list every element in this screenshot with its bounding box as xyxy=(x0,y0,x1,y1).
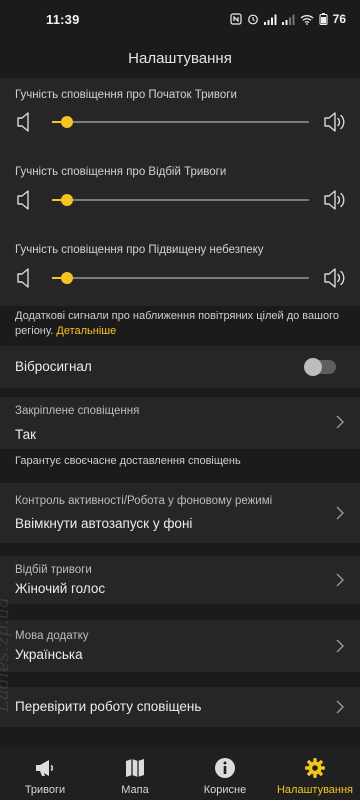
volume-max-icon[interactable] xyxy=(322,187,348,213)
nav-item-alerts[interactable]: Тривоги xyxy=(0,748,90,800)
page-title: Налаштування xyxy=(128,49,232,67)
nav-label-alerts: Тривоги xyxy=(24,784,66,796)
signal-2-icon xyxy=(281,14,295,25)
language-row[interactable]: Мова додатку Українська xyxy=(0,620,360,672)
bottom-nav: Тривоги Мапа Корисне Налаштування xyxy=(0,748,360,800)
gear-icon xyxy=(305,758,325,778)
status-time: 11:39 xyxy=(46,11,80,27)
all-clear-voice-row[interactable]: Відбій тривоги Жіночий голос xyxy=(0,556,360,604)
extra-signals-note: Додаткові сигнали про наближення повітря… xyxy=(15,309,345,339)
chevron-right-icon xyxy=(336,573,344,587)
slider-title-alert-start: Гучність сповіщення про Початок Тривоги xyxy=(15,89,237,101)
volume-slider-alert-start[interactable] xyxy=(0,105,360,139)
toggle-knob xyxy=(304,358,322,376)
volume-settings-card: Гучність сповіщення про Початок Тривоги … xyxy=(0,78,360,306)
watermark: Ladies.zp.ua xyxy=(0,597,13,712)
megaphone-icon xyxy=(36,760,54,776)
language-value: Українська xyxy=(15,647,83,662)
slider-title-high-danger: Гучність сповіщення про Підвищену небезп… xyxy=(15,244,264,256)
signal-icon xyxy=(263,14,277,25)
info-icon xyxy=(215,758,235,778)
nav-label-useful: Корисне xyxy=(203,784,247,796)
nav-item-useful[interactable]: Корисне xyxy=(180,748,270,800)
nfc-icon xyxy=(230,13,242,25)
wifi-icon xyxy=(300,14,314,25)
pinned-notification-hint: Гарантує своєчасне доставлення сповіщень xyxy=(15,455,241,467)
chevron-right-icon xyxy=(336,700,344,714)
chevron-right-icon xyxy=(336,639,344,653)
volume-slider-high-danger[interactable] xyxy=(0,261,360,295)
all-clear-value: Жіночий голос xyxy=(15,581,106,596)
map-icon xyxy=(126,759,144,777)
slider-title-alert-end: Гучність сповіщення про Відбій Тривоги xyxy=(15,166,227,178)
slider-track[interactable] xyxy=(52,116,309,128)
slider-thumb[interactable] xyxy=(61,116,74,128)
background-activity-label: Контроль активності/Робота у фоновому ре… xyxy=(15,495,273,507)
alarm-icon xyxy=(247,14,258,25)
battery-icon xyxy=(319,13,328,25)
check-notifications-label: Перевірити роботу сповіщень xyxy=(15,699,202,714)
pinned-notification-row[interactable]: Закріплене сповіщення Так xyxy=(0,397,360,449)
background-activity-value: Ввімкнути автозапуск у фоні xyxy=(15,516,193,531)
vibration-row[interactable]: Вібросигнал xyxy=(0,346,360,388)
slider-track[interactable] xyxy=(52,194,309,206)
volume-mute-icon[interactable] xyxy=(15,187,35,213)
pinned-notification-value: Так xyxy=(15,427,37,442)
all-clear-label: Відбій тривоги xyxy=(15,564,92,576)
chevron-right-icon xyxy=(336,415,344,429)
status-icons: 76 xyxy=(230,12,346,26)
background-activity-row[interactable]: Контроль активності/Робота у фоновому ре… xyxy=(0,483,360,543)
pinned-notification-label: Закріплене сповіщення xyxy=(15,405,140,417)
language-label: Мова додатку xyxy=(15,630,89,642)
nav-item-settings[interactable]: Налаштування xyxy=(270,748,360,800)
volume-max-icon[interactable] xyxy=(322,265,348,291)
check-notifications-row[interactable]: Перевірити роботу сповіщень xyxy=(0,687,360,727)
slider-track[interactable] xyxy=(52,272,309,284)
slider-thumb[interactable] xyxy=(61,272,74,284)
vibration-label: Вібросигнал xyxy=(15,359,92,374)
battery-percent: 76 xyxy=(332,12,346,26)
volume-mute-icon[interactable] xyxy=(15,109,35,135)
volume-mute-icon[interactable] xyxy=(15,265,35,291)
details-link[interactable]: Детальніше xyxy=(56,325,116,337)
status-bar: 11:39 76 xyxy=(0,0,360,38)
nav-label-map: Мапа xyxy=(121,784,149,796)
slider-thumb[interactable] xyxy=(61,194,74,206)
volume-slider-alert-end[interactable] xyxy=(0,183,360,217)
vibration-toggle[interactable] xyxy=(304,358,336,376)
nav-item-map[interactable]: Мапа xyxy=(90,748,180,800)
volume-max-icon[interactable] xyxy=(322,109,348,135)
chevron-right-icon xyxy=(336,506,344,520)
nav-label-settings: Налаштування xyxy=(276,784,354,796)
